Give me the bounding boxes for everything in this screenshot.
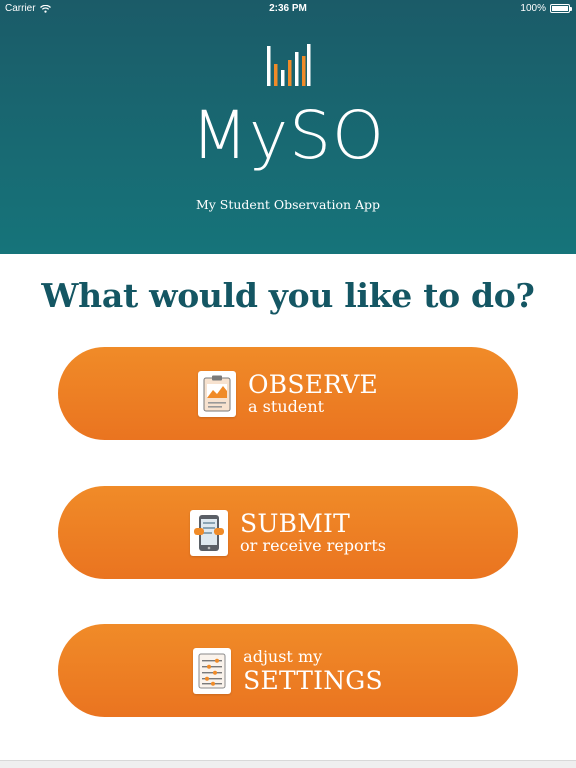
observe-button[interactable]: OBSERVE a student — [58, 347, 518, 440]
observe-sublabel: a student — [248, 397, 325, 416]
battery-percent: 100% — [520, 3, 546, 14]
submit-button[interactable]: SUBMIT or receive reports — [58, 486, 518, 579]
app-header: MySO My Student Observation App — [0, 0, 576, 254]
submit-sublabel: or receive reports — [240, 536, 386, 555]
settings-sliders-icon — [193, 647, 232, 694]
settings-prelabel: adjust my — [243, 646, 323, 666]
app-title: MySO — [191, 97, 385, 174]
status-bar: Carrier 2:36 PM 100% — [0, 0, 576, 18]
page-prompt: What would you like to do? — [41, 276, 535, 315]
battery-icon — [550, 4, 572, 13]
observe-label: OBSERVE — [248, 370, 378, 399]
clipboard-chart-icon — [198, 370, 237, 417]
status-time: 2:36 PM — [269, 3, 307, 14]
settings-label: SETTINGS — [243, 665, 383, 695]
submit-label: SUBMIT — [240, 509, 350, 538]
settings-button[interactable]: adjust my SETTINGS — [58, 624, 518, 717]
bottom-divider — [0, 760, 576, 768]
bar-chart-logo-icon — [267, 44, 311, 86]
tablet-report-icon — [190, 509, 229, 556]
app-subtitle: My Student Observation App — [195, 197, 381, 212]
